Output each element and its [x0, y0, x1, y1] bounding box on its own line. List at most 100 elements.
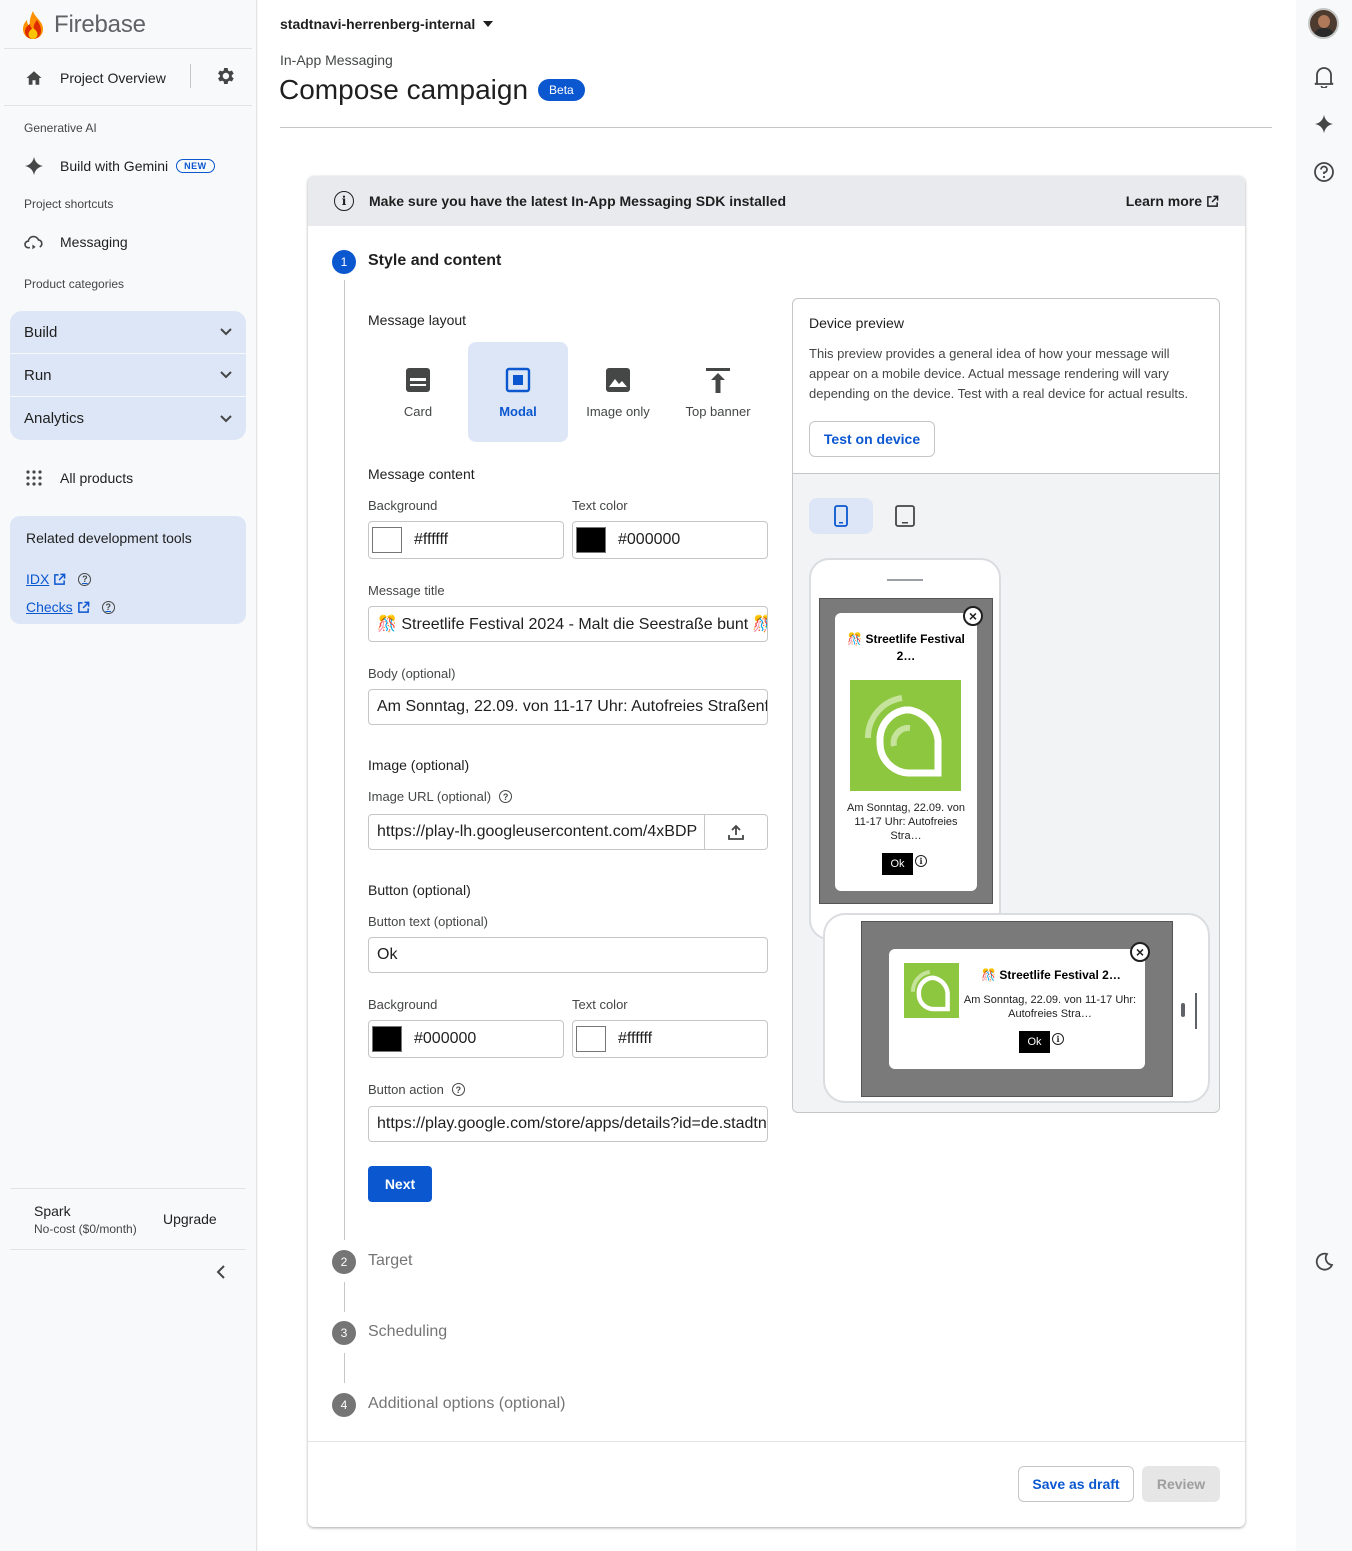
firebase-logo[interactable]: Firebase — [22, 10, 146, 40]
body-label: Body (optional) — [368, 666, 456, 681]
button-action-input[interactable]: https://play.google.com/store/apps/detai… — [368, 1106, 768, 1142]
category-run[interactable]: Run — [10, 354, 246, 397]
divider — [190, 64, 191, 88]
modal-body: Am Sonntag, 22.09. von 11-17 Uhr: Autofr… — [963, 994, 1137, 1020]
dark-mode-moon-icon[interactable] — [1314, 1252, 1334, 1277]
color-swatch[interactable] — [576, 1026, 606, 1052]
project-overview-link[interactable]: Project Overview — [24, 67, 244, 89]
category-build[interactable]: Build — [10, 311, 246, 354]
help-icon[interactable]: ? — [78, 572, 92, 586]
help-icon[interactable]: ? — [101, 600, 115, 614]
layout-modal-option[interactable]: Modal — [468, 342, 568, 442]
section-label: Project shortcuts — [24, 197, 114, 211]
test-on-device-button[interactable]: Test on device — [809, 421, 935, 457]
all-products-link[interactable]: All products — [24, 467, 133, 489]
idx-link[interactable]: IDX ? — [26, 571, 92, 587]
phone-view-toggle[interactable] — [809, 498, 873, 534]
help-icon[interactable]: ? — [499, 790, 513, 803]
notifications-bell-icon[interactable] — [1314, 66, 1334, 93]
step-2-number: 2 — [332, 1250, 356, 1274]
layout-top-banner-option[interactable]: Top banner — [668, 342, 768, 442]
step-2-label[interactable]: Target — [368, 1252, 412, 1270]
phone-screen: 🎊 Streetlife Festival 2… Am Sonntag, 22.… — [819, 598, 993, 904]
review-button[interactable]: Review — [1142, 1466, 1220, 1502]
tablet-icon — [895, 505, 915, 527]
messaging-label: Messaging — [60, 234, 128, 250]
divider — [4, 105, 252, 106]
image-section-label: Image (optional) — [368, 757, 470, 773]
step-3-label[interactable]: Scheduling — [368, 1323, 447, 1341]
image-url-input[interactable]: https://play-lh.googleusercontent.com/4x… — [368, 814, 705, 850]
landscape-phone-mock: 🎊 Streetlife Festival 2… Am Sonntag, 22.… — [823, 913, 1210, 1103]
checks-link[interactable]: Checks ? — [26, 599, 115, 615]
button-background-value: #000000 — [414, 1030, 477, 1047]
preview-description: This preview provides a general idea of … — [809, 346, 1189, 401]
brand-name: Firebase — [54, 11, 146, 38]
upgrade-button[interactable]: Upgrade — [163, 1211, 217, 1227]
sdk-info-banner: i Make sure you have the latest In-App M… — [308, 176, 1245, 226]
help-icon[interactable]: ? — [451, 1083, 465, 1096]
step-3-number: 3 — [332, 1321, 356, 1345]
button-background-color-field[interactable]: #000000 — [368, 1020, 564, 1058]
message-title-input[interactable]: 🎊 Streetlife Festival 2024 - Malt die Se… — [368, 606, 768, 642]
step-connector — [344, 280, 345, 1240]
color-swatch[interactable] — [372, 1026, 402, 1052]
layout-image-only-option[interactable]: Image only — [568, 342, 668, 442]
gemini-sparkle-icon[interactable] — [1314, 114, 1334, 139]
color-swatch[interactable] — [576, 527, 606, 553]
layout-label: Card — [403, 403, 433, 419]
tablet-view-toggle[interactable] — [873, 498, 937, 534]
settings-gear-icon[interactable] — [214, 65, 236, 92]
external-link-icon — [1207, 195, 1219, 207]
help-icon[interactable] — [1313, 161, 1335, 188]
main-content: stadtnavi-herrenberg-internal In-App Mes… — [258, 0, 1296, 1551]
button-text-color-field[interactable]: #ffffff — [572, 1020, 768, 1058]
color-swatch[interactable] — [372, 527, 402, 553]
step-4-number: 4 — [332, 1393, 356, 1417]
divider — [308, 1441, 1245, 1442]
image-url-label: Image URL (optional) — [368, 789, 492, 804]
modal-preview: 🎊 Streetlife Festival 2… Am Sonntag, 22.… — [835, 613, 977, 891]
all-products-label: All products — [60, 470, 134, 486]
device-preview-panel: Device preview This preview provides a g… — [792, 298, 1220, 1113]
plan-name: Spark — [34, 1203, 71, 1219]
category-label: Build — [24, 323, 58, 341]
collapse-sidebar-chevron-left-icon[interactable] — [216, 1265, 226, 1284]
message-image — [904, 963, 959, 1018]
background-color-field[interactable]: #ffffff — [368, 521, 564, 559]
modal-title: 🎊 Streetlife Festival 2… — [981, 968, 1121, 982]
button-text-label: Button text (optional) — [368, 914, 488, 929]
step-1-label[interactable]: Style and content — [368, 252, 501, 270]
button-text-input[interactable]: Ok — [368, 937, 768, 973]
message-body-input[interactable]: Am Sonntag, 22.09. von 11-17 Uhr: Autofr… — [368, 689, 768, 725]
external-link-icon — [77, 601, 90, 613]
project-selector[interactable]: stadtnavi-herrenberg-internal — [280, 16, 494, 32]
breadcrumb[interactable]: In-App Messaging — [280, 52, 393, 68]
button-action-label: Button action — [368, 1082, 444, 1097]
chevron-down-icon — [220, 414, 232, 422]
avatar[interactable] — [1308, 8, 1339, 39]
message-image — [850, 680, 961, 791]
modal-title: 🎊 Streetlife Festival 2… — [847, 632, 965, 663]
text-color-field[interactable]: #000000 — [572, 521, 768, 559]
button-text-color-label: Text color — [572, 997, 628, 1012]
image-layout-icon — [606, 367, 630, 392]
save-as-draft-button[interactable]: Save as draft — [1018, 1466, 1134, 1502]
category-analytics[interactable]: Analytics — [10, 397, 246, 440]
next-button[interactable]: Next — [368, 1166, 432, 1202]
new-badge: NEW — [176, 159, 215, 173]
build-with-gemini-link[interactable]: Build with Gemini NEW — [24, 155, 215, 177]
messaging-shortcut[interactable]: Messaging — [24, 231, 128, 253]
background-color-value: #ffffff — [414, 531, 449, 548]
divider — [10, 1188, 246, 1189]
category-label: Run — [24, 366, 52, 384]
learn-more-link[interactable]: Learn more — [1126, 193, 1219, 209]
phone-screen: 🎊 Streetlife Festival 2… Am Sonntag, 22.… — [861, 921, 1173, 1097]
divider — [4, 48, 252, 49]
upload-icon — [727, 824, 744, 840]
layout-card-option[interactable]: Card — [368, 342, 468, 442]
preview-stage: 🎊 Streetlife Festival 2… Am Sonntag, 22.… — [793, 473, 1219, 1112]
upload-button[interactable] — [704, 814, 768, 850]
info-icon: i — [915, 855, 927, 867]
step-4-label[interactable]: Additional options (optional) — [368, 1395, 565, 1413]
